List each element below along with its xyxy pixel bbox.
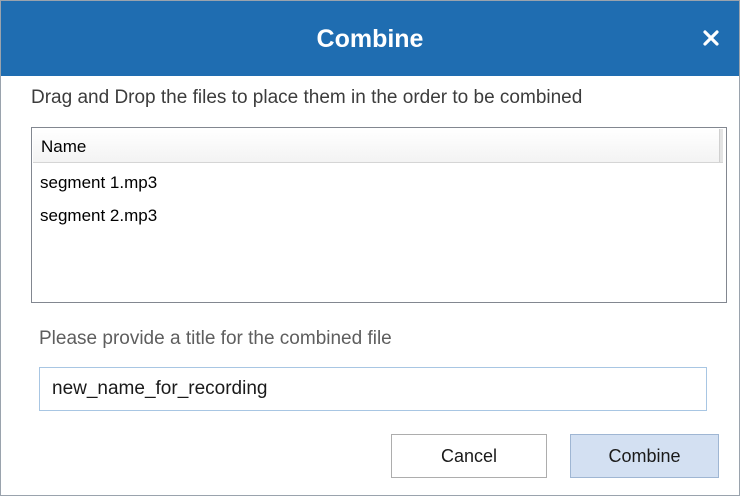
dialog-title: Combine — [316, 25, 424, 53]
list-item[interactable]: segment 2.mp3 — [40, 205, 157, 227]
title-prompt-label: Please provide a title for the combined … — [39, 328, 392, 349]
list-item[interactable]: segment 1.mp3 — [40, 172, 157, 194]
file-list[interactable]: Name segment 1.mp3 segment 2.mp3 — [31, 127, 727, 303]
close-icon — [703, 30, 719, 46]
column-header-name[interactable]: Name — [41, 136, 86, 158]
title-input[interactable] — [39, 367, 707, 411]
cancel-button[interactable]: Cancel — [391, 434, 547, 478]
combine-button[interactable]: Combine — [570, 434, 719, 478]
list-header: Name — [33, 129, 723, 163]
column-resize-handle[interactable] — [719, 129, 723, 162]
instructions-text: Drag and Drop the files to place them in… — [31, 87, 583, 108]
combine-dialog: Combine Drag and Drop the files to place… — [0, 0, 740, 496]
close-button[interactable] — [697, 24, 725, 52]
dialog-titlebar: Combine — [1, 1, 739, 76]
